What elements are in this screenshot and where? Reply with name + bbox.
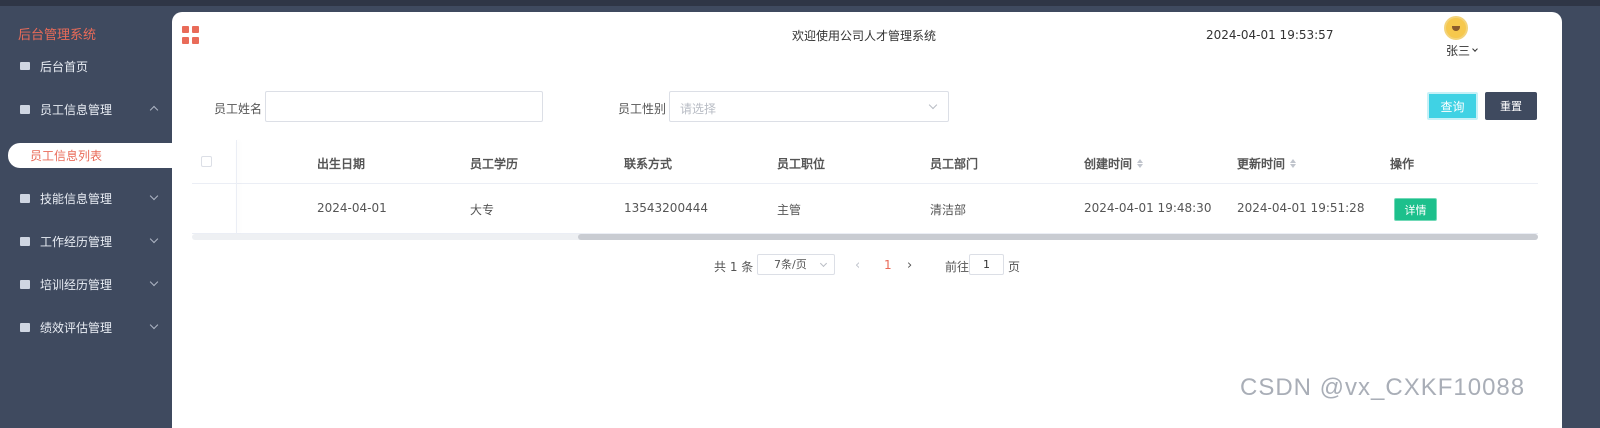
page-size-value: 7条/页 [774,258,807,271]
monitor-icon [20,62,30,70]
scrollbar-thumb[interactable] [578,234,1538,240]
page-number-current[interactable]: 1 [884,258,892,272]
table-row: 2024-04-01 大专 13543200444 主管 清洁部 2024-04… [192,184,1538,234]
document-icon [20,104,30,114]
sidebar: 后台管理系统 后台首页 员工信息管理 技能信息管理 工作经历管理 培训经历管理 … [0,6,175,428]
sort-icon[interactable] [1137,159,1144,168]
select-all-checkbox[interactable] [201,156,212,167]
chevron-down-icon [819,259,828,268]
sidebar-item-label: 培训经历管理 [40,277,113,292]
employee-name-input[interactable] [265,91,543,122]
goto-label: 前往 [945,260,970,274]
datetime: 2024-04-01 19:53:57 [1206,28,1334,42]
chevron-down-icon [149,320,159,330]
chevron-up-icon [149,105,159,115]
col-department: 员工部门 [930,157,979,171]
main-panel: 欢迎使用公司人才管理系统 2024-04-01 19:53:57 张三 员工姓名… [172,12,1562,428]
sidebar-item-label: 工作经历管理 [40,234,113,249]
col-created-time[interactable]: 创建时间 [1084,155,1144,172]
sidebar-item-employee-info[interactable]: 员工信息管理 [0,92,175,126]
document-icon [20,236,30,246]
sidebar-item-skill-info[interactable]: 技能信息管理 [0,181,175,215]
gender-placeholder: 请选择 [680,102,717,116]
horizontal-scrollbar[interactable] [192,234,1538,240]
welcome-text: 欢迎使用公司人才管理系统 [792,29,937,43]
sort-icon[interactable] [1290,159,1297,168]
prev-page-icon[interactable]: ‹ [855,258,860,273]
sidebar-item-performance[interactable]: 绩效评估管理 [0,310,175,344]
sidebar-item-label: 技能信息管理 [40,191,113,206]
document-icon [20,279,30,289]
sidebar-item-work-experience[interactable]: 工作经历管理 [0,224,175,258]
col-birth-date: 出生日期 [317,157,366,171]
gender-select[interactable]: 请选择 [669,91,949,122]
document-icon [20,322,30,332]
sidebar-item-label: 绩效评估管理 [40,320,113,335]
sidebar-item-label: 后台首页 [40,59,89,74]
document-icon [20,193,30,203]
cell-birth-date: 2024-04-01 [317,201,387,215]
col-contact: 联系方式 [624,157,673,171]
employee-table: 出生日期 员工学历 联系方式 员工职位 员工部门 创建时间 更新时间 操作 20… [192,140,1538,236]
chevron-down-icon [1472,46,1478,52]
chevron-down-icon [149,277,159,287]
next-page-icon[interactable]: › [907,258,912,273]
col-created-label: 创建时间 [1084,157,1133,171]
gender-label: 员工性别 [618,102,667,116]
detail-button[interactable]: 详情 [1394,198,1437,221]
chevron-down-icon [149,234,159,244]
cell-phone: 13543200444 [624,201,708,215]
col-position: 员工职位 [777,157,826,171]
cell-department: 清洁部 [930,203,967,217]
user-menu[interactable]: 张三 [1446,42,1478,59]
chevron-down-icon [149,191,159,201]
cell-updated-time: 2024-04-01 19:51:28 [1237,201,1365,215]
sidebar-item-home[interactable]: 后台首页 [0,49,175,83]
chevron-down-icon [928,100,938,110]
cell-created-time: 2024-04-01 19:48:30 [1084,201,1212,215]
col-actions: 操作 [1390,157,1415,171]
reset-button[interactable]: 重置 [1485,92,1537,120]
name-label: 员工姓名 [214,102,263,116]
goto-page-input[interactable] [969,254,1004,275]
col-education: 员工学历 [470,157,519,171]
cell-education: 大专 [470,203,495,217]
watermark-text: CSDN @vx_CXKF10088 [1240,374,1526,401]
goto-suffix: 页 [1008,260,1021,274]
cell-position: 主管 [777,203,802,217]
sidebar-item-label: 员工信息管理 [40,102,113,117]
query-button[interactable]: 查询 [1427,92,1478,120]
col-updated-time[interactable]: 更新时间 [1237,155,1297,172]
page-size-select[interactable]: 7条/页 [757,254,835,275]
username: 张三 [1446,44,1471,58]
sidebar-item-training[interactable]: 培训经历管理 [0,267,175,301]
pagination-total: 共 1 条 [714,260,754,274]
window-top-strip [0,0,1600,6]
col-updated-label: 更新时间 [1237,157,1286,171]
brand-title: 后台管理系统 [18,28,97,43]
table-header: 出生日期 员工学历 联系方式 员工职位 员工部门 创建时间 更新时间 操作 [192,140,1538,184]
fixed-column-divider [236,140,237,234]
sidebar-subitem-employee-list[interactable]: 员工信息列表 [8,143,193,168]
avatar[interactable] [1444,16,1468,40]
menu-grid-icon[interactable] [182,26,200,44]
